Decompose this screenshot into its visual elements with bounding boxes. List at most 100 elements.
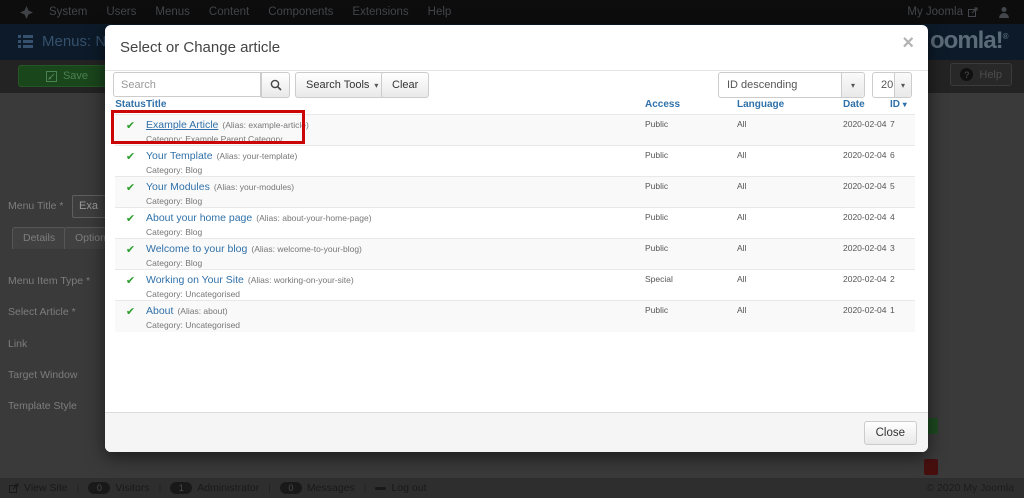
- article-title-link[interactable]: Welcome to your blog: [146, 243, 247, 255]
- modal-footer: Close: [105, 412, 928, 452]
- search-icon: [270, 79, 282, 91]
- table-row: ✔ About your home page (Alias: about-your…: [115, 207, 915, 239]
- article-table-body: ✔ Example Article (Alias: example-article…: [115, 114, 915, 332]
- sort-order-select[interactable]: ID descending ▾: [718, 72, 865, 98]
- article-title-link[interactable]: Your Template: [146, 150, 213, 162]
- messages-status[interactable]: 0 Messages: [271, 482, 364, 494]
- article-category: Category: Blog: [146, 196, 203, 206]
- column-header-language[interactable]: Language: [737, 98, 843, 115]
- article-alias: (Alias: about-your-home-page): [256, 213, 372, 223]
- article-language: All: [737, 150, 747, 160]
- article-date: 2020-02-04: [843, 150, 887, 160]
- article-category: Category: Uncategorised: [146, 320, 241, 330]
- visitors-status[interactable]: 0 Visitors: [79, 482, 158, 494]
- nav-item-menus[interactable]: Menus: [153, 6, 192, 18]
- clear-button-fragment[interactable]: [924, 459, 938, 475]
- article-date: 2020-02-04: [843, 243, 887, 253]
- article-category: Category: Blog: [146, 258, 203, 268]
- table-row: ✔ Welcome to your blog (Alias: welcome-to…: [115, 238, 915, 270]
- article-category: Category: Example Parent Category: [146, 134, 283, 144]
- logout-icon: [375, 486, 387, 490]
- articles-table: Status Title Access Language Date ID ▾ ✔…: [115, 98, 915, 332]
- article-access: Public: [645, 305, 669, 315]
- nav-item-content[interactable]: Content: [207, 6, 251, 18]
- user-menu-icon[interactable]: [998, 6, 1010, 18]
- messages-count-badge: 0: [279, 482, 302, 494]
- select-article-modal: Select or Change article × Search Tools …: [105, 25, 928, 452]
- article-alias: (Alias: your-modules): [213, 182, 295, 192]
- logout-link[interactable]: Log out: [366, 482, 435, 494]
- list-limit-select[interactable]: 20 ▾: [872, 72, 912, 98]
- link-label: Link: [8, 338, 28, 350]
- article-id: 5: [890, 181, 895, 191]
- select-article-label: Select Article *: [8, 306, 76, 318]
- modal-title: Select or Change article: [120, 39, 281, 56]
- article-date: 2020-02-04: [843, 305, 887, 315]
- menu-item-type-label: Menu Item Type *: [8, 275, 91, 287]
- article-language: All: [737, 212, 747, 222]
- admin-count-badge: 1: [170, 482, 193, 494]
- copyright-text: © 2020 My Joomla: [926, 482, 1014, 494]
- admin-top-navbar: System Users Menus Content Components Ex…: [0, 0, 1024, 24]
- administrator-status[interactable]: 1 Administrator: [161, 482, 268, 494]
- article-category: Category: Blog: [146, 227, 203, 237]
- sort-descending-icon: ▾: [902, 100, 907, 109]
- article-category: Category: Blog: [146, 165, 203, 175]
- article-id: 2: [890, 274, 895, 284]
- search-button[interactable]: [261, 72, 290, 98]
- published-check-icon: ✔: [125, 244, 136, 256]
- article-alias: (Alias: working-on-your-site): [247, 275, 354, 285]
- nav-item-extensions[interactable]: Extensions: [350, 6, 410, 18]
- template-style-label: Template Style: [8, 400, 77, 412]
- published-check-icon: ✔: [125, 275, 136, 287]
- tab-details[interactable]: Details: [12, 227, 67, 249]
- close-icon[interactable]: ×: [902, 33, 914, 53]
- column-header-id[interactable]: ID ▾: [890, 98, 915, 115]
- close-button[interactable]: Close: [863, 421, 917, 445]
- article-access: Public: [645, 212, 669, 222]
- article-date: 2020-02-04: [843, 181, 887, 191]
- search-tools-button[interactable]: Search Tools ▾: [295, 72, 390, 98]
- article-language: All: [737, 274, 747, 284]
- article-title-link[interactable]: Your Modules: [146, 181, 210, 193]
- table-row: ✔ Working on Your Site (Alias: working-on…: [115, 269, 915, 301]
- article-alias: (Alias: example-article): [222, 120, 309, 130]
- external-link-icon: [968, 7, 978, 17]
- published-check-icon: ✔: [125, 120, 136, 132]
- article-id: 1: [890, 305, 895, 315]
- article-date: 2020-02-04: [843, 119, 887, 129]
- clear-button[interactable]: Clear: [381, 72, 430, 98]
- table-row: ✔ Your Template (Alias: your-template) Ca…: [115, 145, 915, 177]
- nav-item-components[interactable]: Components: [266, 6, 335, 18]
- article-title-link[interactable]: About your home page: [146, 212, 252, 224]
- article-id: 4: [890, 212, 895, 222]
- article-title-link[interactable]: About: [146, 305, 173, 317]
- published-check-icon: ✔: [125, 306, 136, 318]
- view-site-link[interactable]: My Joomla: [907, 6, 978, 18]
- article-alias: (Alias: your-template): [216, 151, 298, 161]
- article-category: Category: Uncategorised: [146, 289, 241, 299]
- help-button[interactable]: ? Help: [950, 63, 1012, 86]
- menu-title-label: Menu Title *: [8, 200, 64, 212]
- column-header-access[interactable]: Access: [645, 98, 737, 115]
- article-access: Special: [645, 274, 673, 284]
- view-site-status-link[interactable]: View Site: [0, 482, 77, 494]
- article-title-link[interactable]: Example Article: [146, 119, 218, 131]
- article-id: 3: [890, 243, 895, 253]
- table-row: ✔ Example Article (Alias: example-article…: [115, 114, 915, 146]
- article-access: Public: [645, 119, 669, 129]
- column-header-date[interactable]: Date: [843, 98, 890, 115]
- visitors-count-badge: 0: [88, 482, 111, 494]
- nav-item-system[interactable]: System: [47, 6, 89, 18]
- chevron-down-icon: ▾: [900, 80, 905, 90]
- nav-item-help[interactable]: Help: [426, 6, 454, 18]
- article-id: 7: [890, 119, 895, 129]
- article-title-link[interactable]: Working on Your Site: [146, 274, 244, 286]
- search-input[interactable]: [113, 72, 261, 97]
- nav-item-users[interactable]: Users: [104, 6, 138, 18]
- column-header-title[interactable]: Title: [146, 98, 645, 115]
- published-check-icon: ✔: [125, 182, 136, 194]
- save-button[interactable]: Save: [18, 65, 116, 87]
- column-header-status[interactable]: Status: [115, 98, 146, 115]
- view-site-icon: [9, 483, 19, 493]
